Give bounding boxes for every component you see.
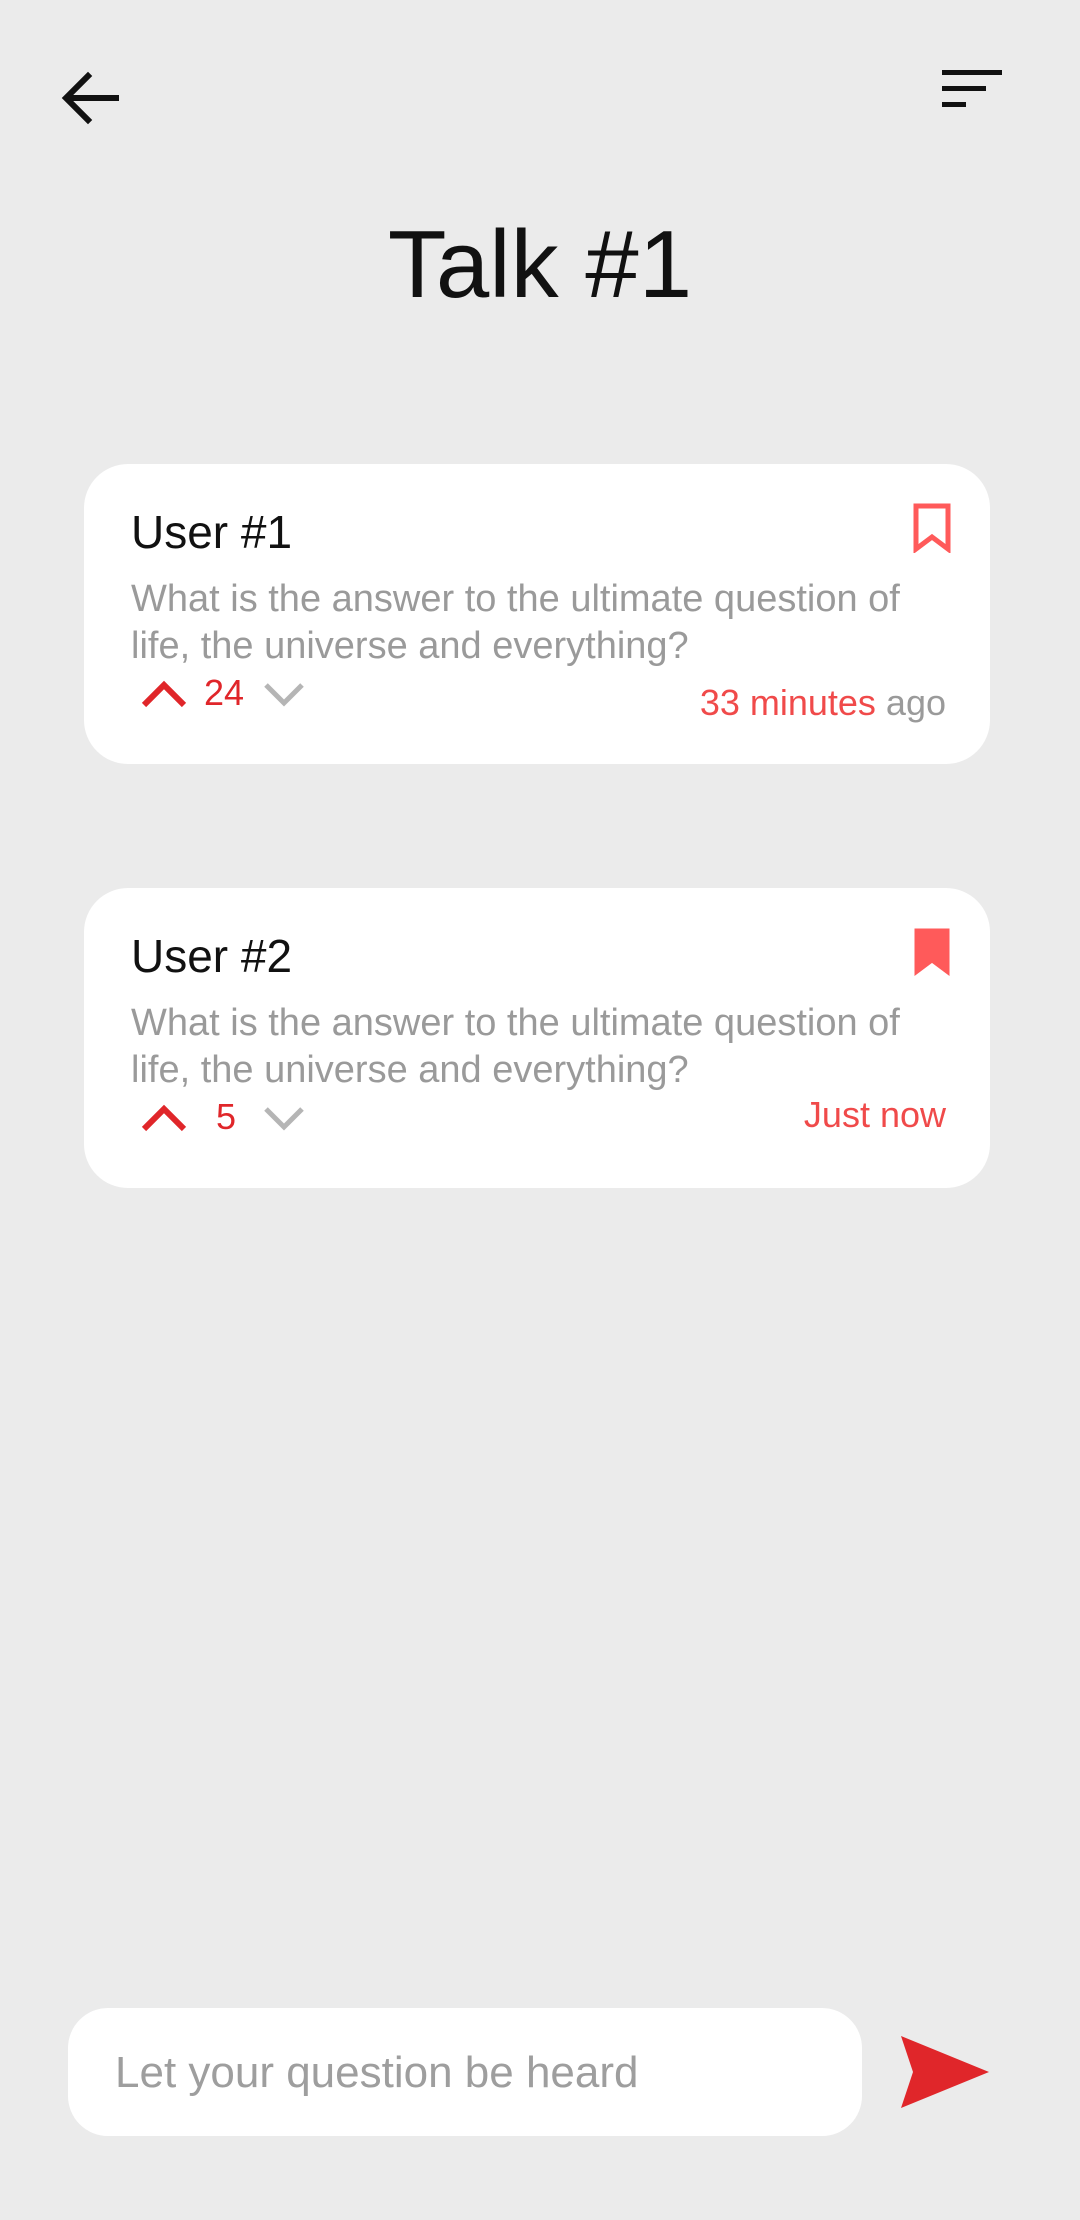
downvote-button[interactable]	[254, 1098, 314, 1138]
upvote-button[interactable]	[134, 674, 194, 714]
question-card: User #2 What is the answer to the ultima…	[84, 888, 990, 1188]
sort-button[interactable]	[930, 48, 1014, 132]
timestamp-value: Just now	[803, 1094, 946, 1135]
timestamp-suffix: ago	[875, 682, 946, 723]
chevron-down-icon	[264, 683, 304, 707]
vote-count: 5	[216, 1096, 237, 1137]
question-author: User #2	[131, 930, 293, 982]
chevron-up-icon	[141, 1104, 187, 1132]
downvote-button[interactable]	[254, 674, 314, 714]
page-title: Talk #1	[387, 211, 693, 318]
question-text: What is the answer to the ultimate quest…	[131, 1002, 900, 1091]
upvote-button[interactable]	[134, 1098, 194, 1138]
chevron-down-icon	[264, 1107, 304, 1131]
send-icon	[901, 2036, 989, 2108]
chevron-up-icon	[141, 680, 187, 708]
question-input[interactable]	[113, 2008, 837, 2138]
question-input-container	[68, 2008, 862, 2138]
arrow-left-icon	[61, 71, 119, 125]
timestamp: 33 minutes ago	[700, 680, 946, 726]
back-button[interactable]	[48, 56, 132, 140]
vote-count: 24	[204, 672, 245, 713]
question-author: User #1	[131, 506, 293, 558]
bookmark-outline-icon	[913, 503, 951, 553]
question-text: What is the answer to the ultimate quest…	[131, 578, 900, 667]
bookmark-button[interactable]	[904, 500, 960, 556]
send-button[interactable]	[895, 2030, 995, 2114]
bookmark-button[interactable]	[904, 924, 960, 980]
question-card: User #1 What is the answer to the ultima…	[84, 464, 990, 764]
sort-lines-icon	[942, 70, 1002, 107]
bookmark-filled-icon	[914, 928, 950, 976]
timestamp-value: 33 minutes	[699, 682, 876, 723]
timestamp: Just now	[804, 1092, 946, 1138]
